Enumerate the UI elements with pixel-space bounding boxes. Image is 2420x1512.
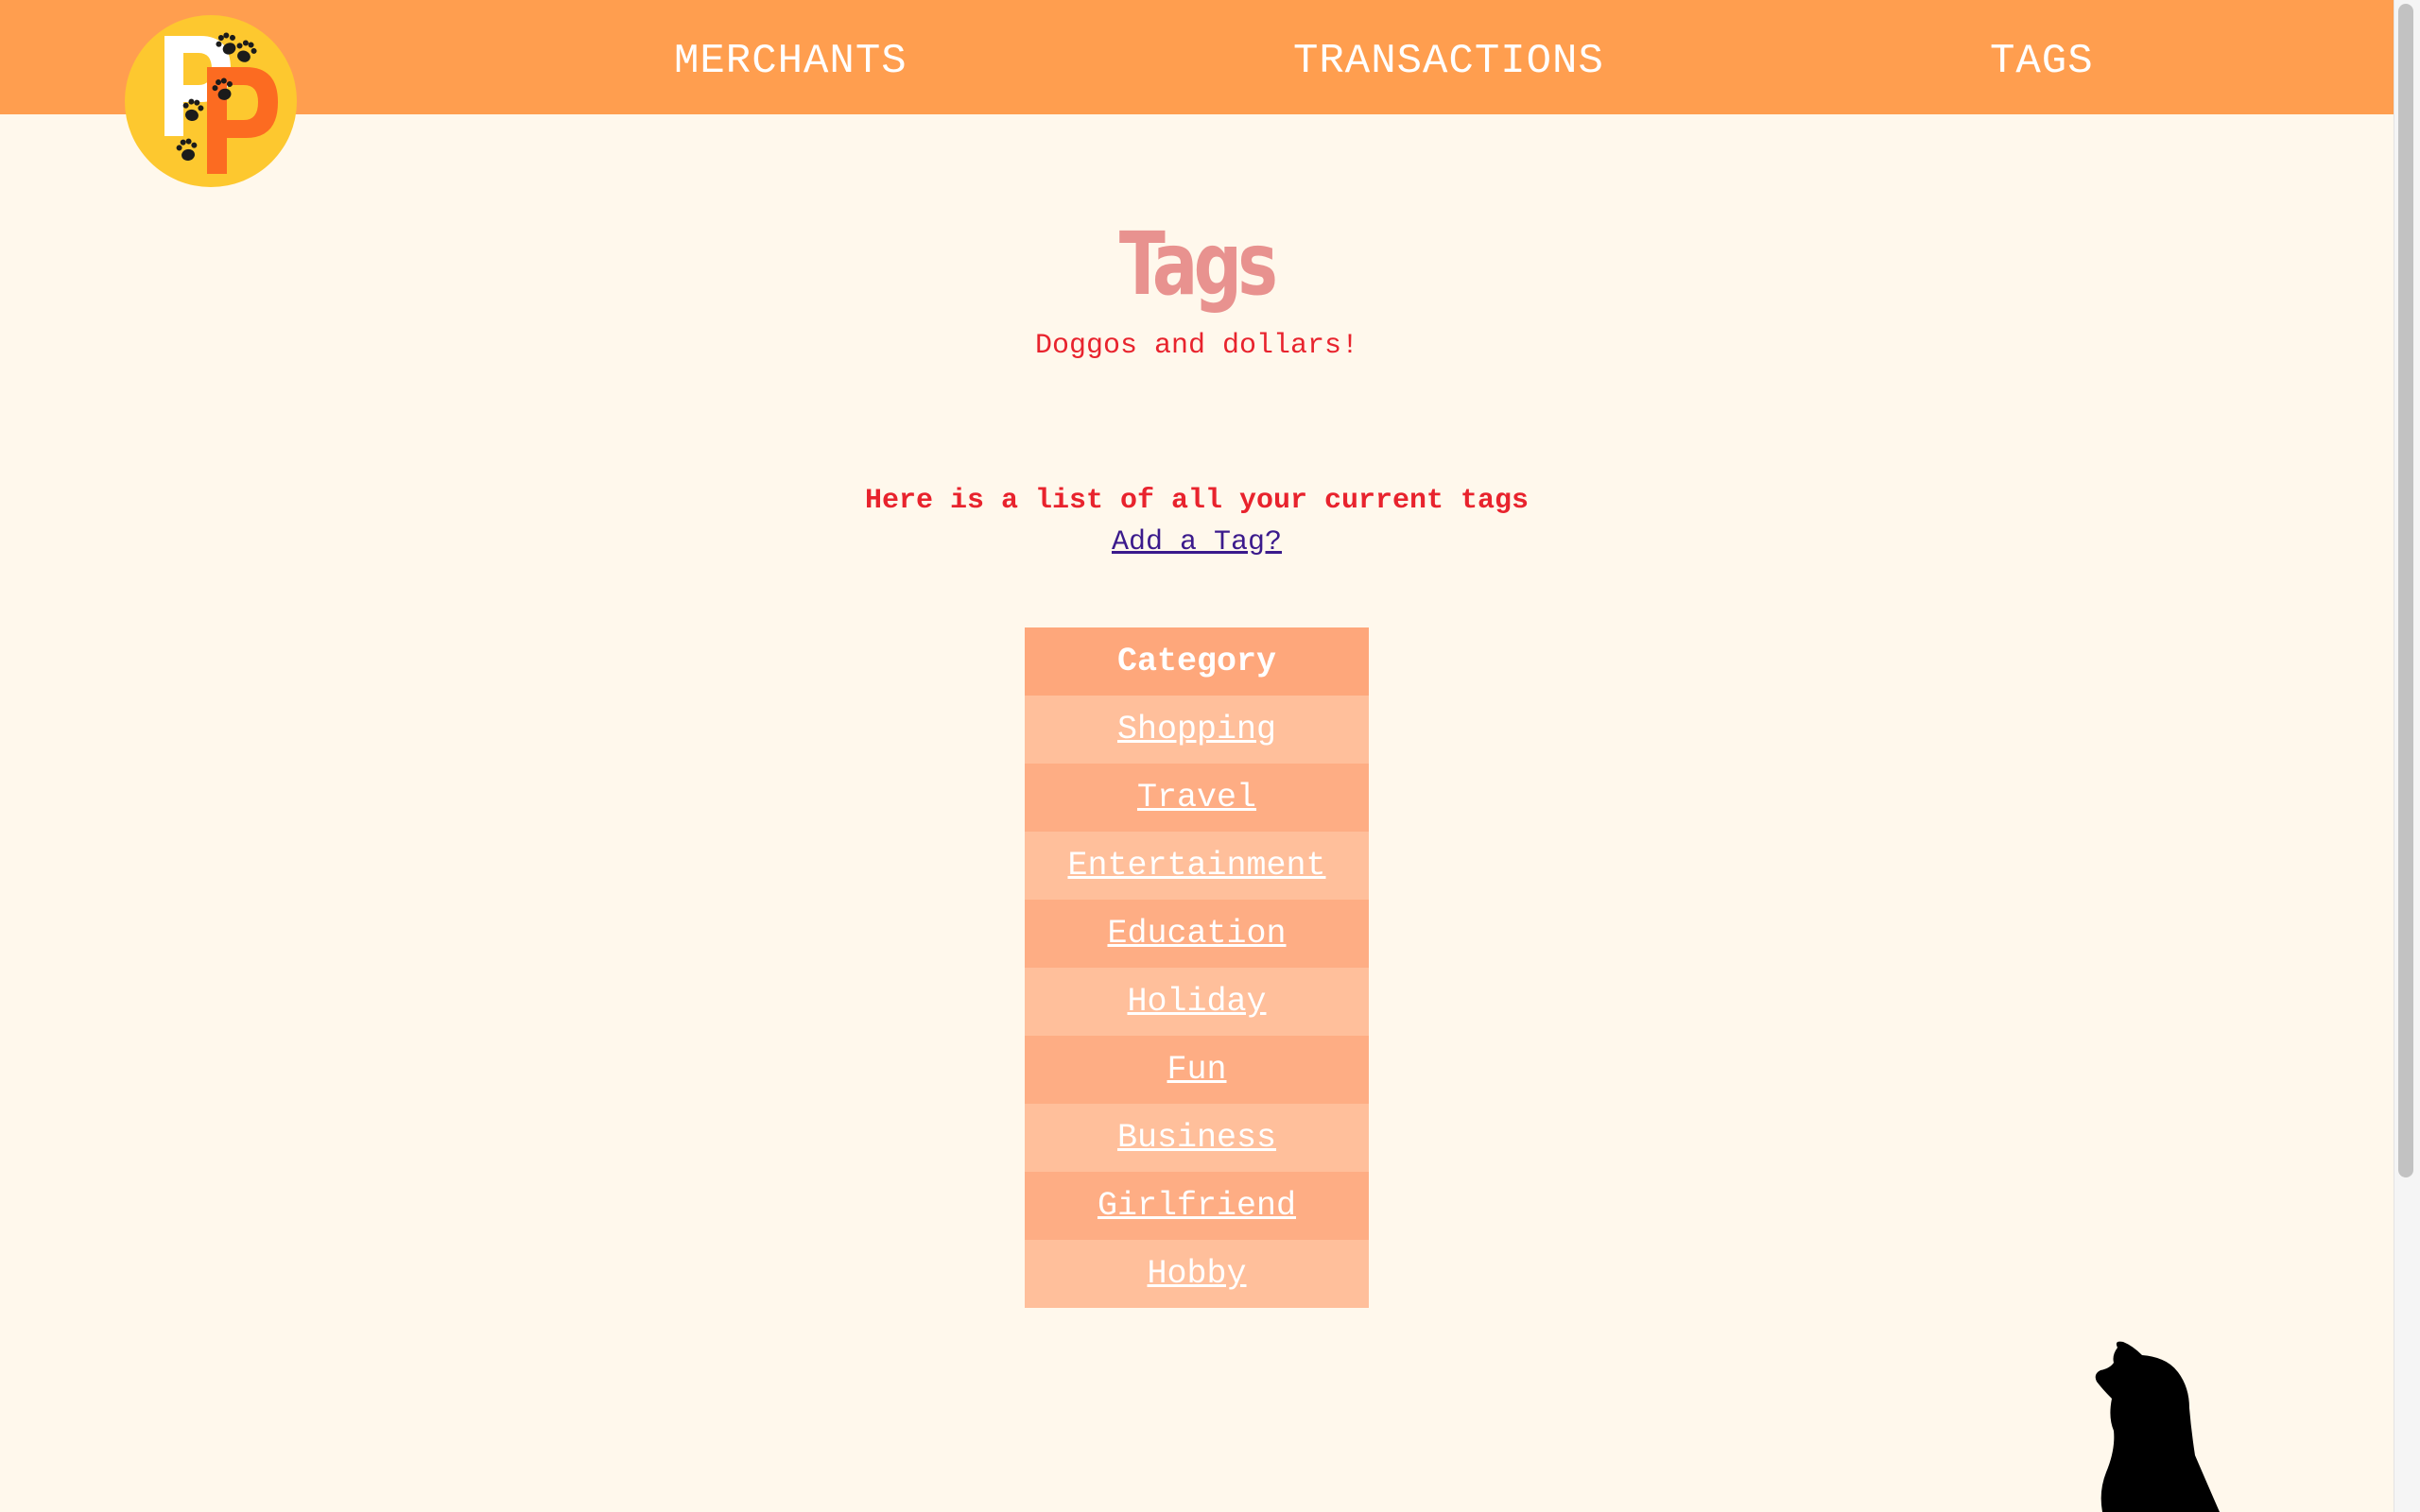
nav-merchants-link[interactable]: MERCHANTS <box>674 36 908 87</box>
table-cell: Holiday <box>1025 968 1369 1036</box>
tag-link-girlfriend[interactable]: Girlfriend <box>1098 1187 1296 1225</box>
scrollbar-thumb[interactable] <box>2398 4 2413 1177</box>
add-tag-container: Add a Tag? <box>0 524 2394 561</box>
table-cell: Hobby <box>1025 1240 1369 1308</box>
table-row: Business <box>1025 1104 1369 1172</box>
table-row: Entertainment <box>1025 832 1369 900</box>
tag-link-business[interactable]: Business <box>1117 1119 1276 1157</box>
table-row: Girlfriend <box>1025 1172 1369 1240</box>
table-cell: Girlfriend <box>1025 1172 1369 1240</box>
table-cell: Shopping <box>1025 696 1369 764</box>
tag-link-entertainment[interactable]: Entertainment <box>1067 847 1325 885</box>
top-nav: MERCHANTS TRANSACTIONS TAGS <box>0 0 2394 114</box>
dog-silhouette-icon <box>2095 1341 2220 1512</box>
table-row: Fun <box>1025 1036 1369 1104</box>
table-row: Holiday <box>1025 968 1369 1036</box>
table-cell: Fun <box>1025 1036 1369 1104</box>
page-tagline: Doggos and dollars! <box>1034 330 1359 362</box>
tags-table: Category Shopping Travel Entertainment E… <box>1025 627 1369 1308</box>
page-title: Tags <box>1118 214 1278 315</box>
table-header-row: Category <box>1025 627 1369 696</box>
pp-logo[interactable] <box>125 15 297 187</box>
nav-tags-link[interactable]: TAGS <box>1990 36 2094 87</box>
tag-link-hobby[interactable]: Hobby <box>1147 1255 1246 1293</box>
category-header: Category <box>1025 627 1369 696</box>
dog-silhouette <box>2091 1340 2233 1512</box>
table-row: Shopping <box>1025 696 1369 764</box>
tags-intro-text: Here is a list of all your current tags <box>864 485 1530 517</box>
tag-link-travel[interactable]: Travel <box>1137 779 1256 816</box>
table-row: Travel <box>1025 764 1369 832</box>
tag-link-education[interactable]: Education <box>1107 915 1286 953</box>
page: MERCHANTS TRANSACTIONS TAGS Tags Doggos … <box>0 0 2420 1512</box>
add-tag-link[interactable]: Add a Tag? <box>1112 526 1282 558</box>
paw-logo-icon <box>125 15 297 187</box>
tag-link-holiday[interactable]: Holiday <box>1127 983 1266 1021</box>
table-row: Education <box>1025 900 1369 968</box>
tag-link-shopping[interactable]: Shopping <box>1117 711 1276 748</box>
tag-link-fun[interactable]: Fun <box>1167 1051 1226 1089</box>
table-cell: Entertainment <box>1025 832 1369 900</box>
table-cell: Business <box>1025 1104 1369 1172</box>
nav-transactions-link[interactable]: TRANSACTIONS <box>1293 36 1604 87</box>
table-cell: Travel <box>1025 764 1369 832</box>
table-cell: Education <box>1025 900 1369 968</box>
table-row: Hobby <box>1025 1240 1369 1308</box>
